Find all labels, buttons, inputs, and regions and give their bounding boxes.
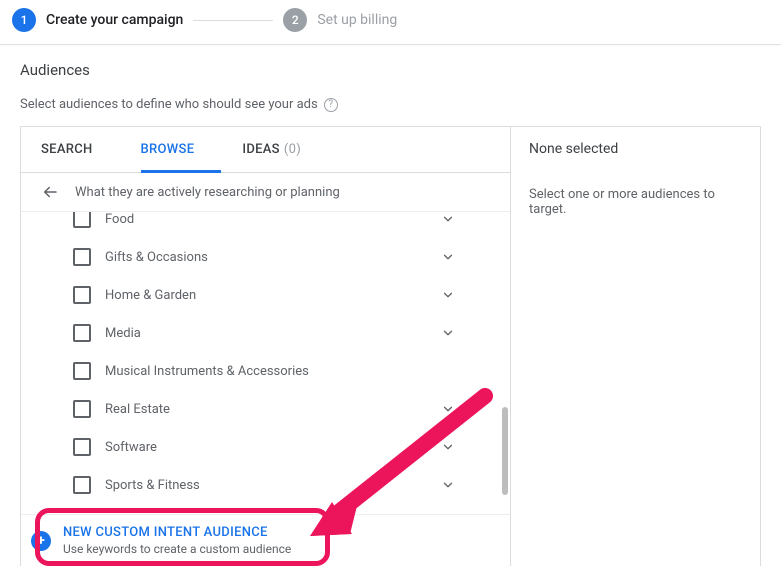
step-1-circle: 1 (12, 8, 36, 32)
list-item-label: Home & Garden (105, 288, 424, 303)
list-item[interactable]: Food (73, 211, 458, 238)
tab-ideas-count: (0) (284, 142, 301, 157)
section-title: Audiences (20, 61, 761, 79)
list-item-label: Food (105, 212, 424, 227)
checkbox[interactable] (73, 438, 91, 456)
list-item-label: Software (105, 440, 424, 455)
list-item[interactable]: Media (73, 314, 458, 352)
plus-icon: + (31, 531, 51, 551)
checkbox[interactable] (73, 286, 91, 304)
tab-ideas-label: IDEAS (242, 142, 280, 157)
checkbox[interactable] (73, 400, 91, 418)
chevron-down-icon[interactable] (438, 211, 458, 229)
chevron-down-icon[interactable] (438, 437, 458, 457)
breadcrumb-row: What they are actively researching or pl… (21, 173, 510, 211)
new-custom-intent-button[interactable]: + NEW CUSTOM INTENT AUDIENCE Use keyword… (21, 514, 510, 566)
step-2-label: Set up billing (317, 12, 397, 28)
chevron-down-icon[interactable] (438, 475, 458, 495)
tab-search[interactable]: SEARCH (41, 127, 121, 172)
list-item[interactable]: Home & Garden (73, 276, 458, 314)
list-item-label: Musical Instruments & Accessories (105, 364, 458, 379)
section-subtitle: Select audiences to define who should se… (20, 97, 318, 112)
selection-summary: None selected Select one or more audienc… (511, 127, 760, 566)
chevron-down-icon[interactable] (438, 285, 458, 305)
selection-title: None selected (529, 141, 742, 157)
tabs: SEARCH BROWSE IDEAS (0) (21, 127, 510, 173)
list-item-label: Sports & Fitness (105, 478, 424, 493)
checkbox[interactable] (73, 476, 91, 494)
list-item[interactable]: Gifts & Occasions (73, 238, 458, 276)
step-2-circle: 2 (283, 8, 307, 32)
checkbox[interactable] (73, 324, 91, 342)
tab-browse[interactable]: BROWSE (141, 127, 223, 172)
tab-ideas[interactable]: IDEAS (0) (242, 127, 329, 172)
list-item[interactable]: Real Estate (73, 390, 458, 428)
wizard-steps: 1 Create your campaign 2 Set up billing (0, 0, 781, 44)
chevron-down-icon[interactable] (438, 247, 458, 267)
checkbox[interactable] (73, 211, 91, 228)
audience-panel: SEARCH BROWSE IDEAS (0) What they are ac… (20, 126, 761, 566)
breadcrumb-label: What they are actively researching or pl… (75, 185, 340, 200)
help-icon[interactable]: ? (324, 98, 338, 112)
list-item[interactable]: Sports & Fitness (73, 466, 458, 504)
step-1-label: Create your campaign (46, 12, 183, 28)
list-item-label: Real Estate (105, 402, 424, 417)
list-item[interactable]: Software (73, 428, 458, 466)
step-connector (193, 20, 273, 21)
section-subtitle-row: Select audiences to define who should se… (20, 97, 761, 112)
checkbox[interactable] (73, 362, 91, 380)
list-item-label: Gifts & Occasions (105, 250, 424, 265)
selection-subtitle: Select one or more audiences to target. (529, 187, 742, 217)
list-item[interactable]: Musical Instruments & Accessories (73, 352, 458, 390)
cta-subtitle: Use keywords to create a custom audience (63, 542, 291, 556)
scrollbar-thumb[interactable] (502, 407, 508, 495)
category-list: Food Gifts & Occasions Home & Garden Media M… (21, 211, 510, 514)
back-arrow-icon[interactable] (41, 183, 59, 201)
list-item-label: Media (105, 326, 424, 341)
audience-browser: SEARCH BROWSE IDEAS (0) What they are ac… (21, 127, 511, 566)
chevron-down-icon[interactable] (438, 399, 458, 419)
chevron-down-icon[interactable] (438, 323, 458, 343)
checkbox[interactable] (73, 248, 91, 266)
cta-title: NEW CUSTOM INTENT AUDIENCE (63, 525, 291, 540)
